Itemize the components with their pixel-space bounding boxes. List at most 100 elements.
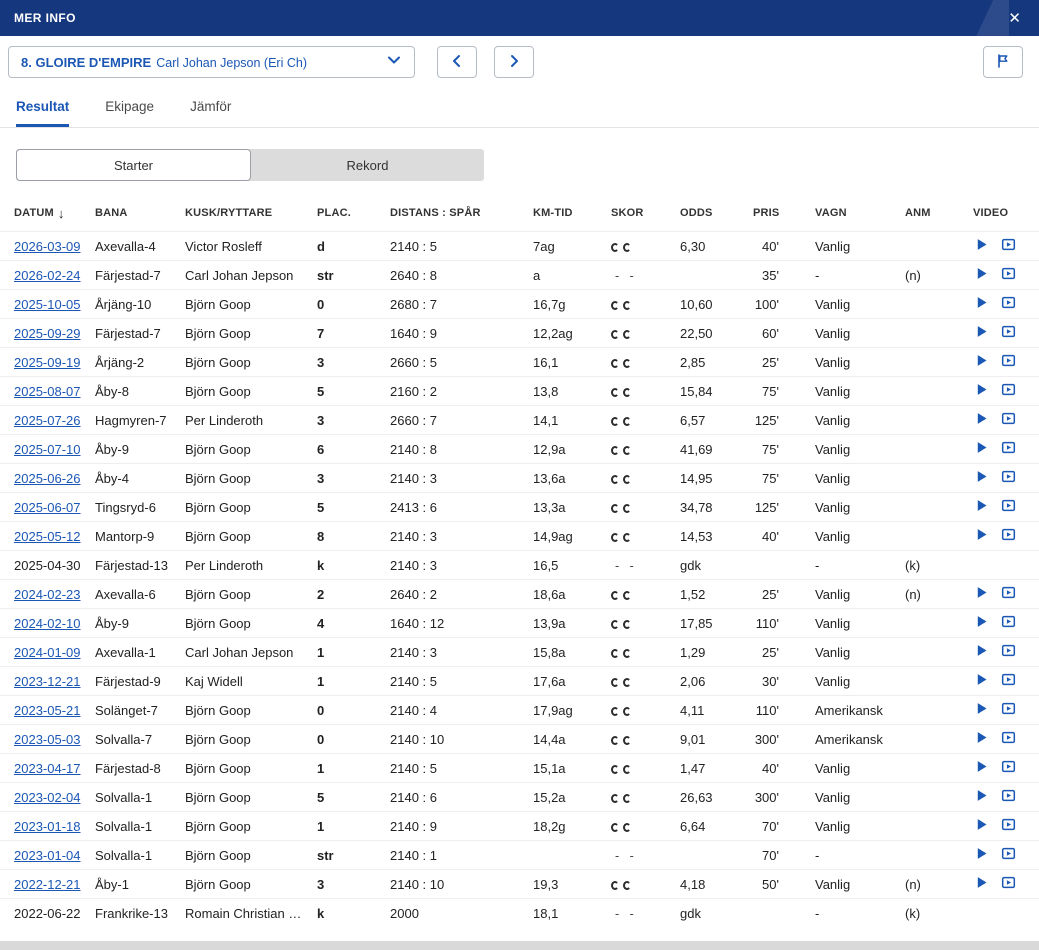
skor-cell [611, 326, 680, 341]
segment-starter[interactable]: Starter [16, 149, 251, 181]
controls-row: 8. GLOIRE D'EMPIRE Carl Johan Jepson (Eri… [0, 36, 1039, 86]
video-archive-button[interactable] [1000, 296, 1016, 312]
kusk-cell: Carl Johan Jepson [185, 267, 294, 283]
distans-cell: 2140 : 4 [390, 702, 437, 718]
play-video-button[interactable] [973, 876, 989, 892]
date-link[interactable]: 2025-07-26 [14, 413, 81, 428]
play-icon [975, 876, 988, 892]
play-video-button[interactable] [973, 731, 989, 747]
plac-cell: 1 [317, 644, 325, 660]
play-video-button[interactable] [973, 847, 989, 863]
play-video-button[interactable] [973, 818, 989, 834]
vagn-cell: Vanlig [815, 325, 851, 341]
play-video-button[interactable] [973, 789, 989, 805]
video-archive-button[interactable] [1000, 325, 1016, 341]
date-link[interactable]: 2025-05-12 [14, 529, 81, 544]
date-link[interactable]: 2024-02-10 [14, 616, 81, 631]
video-archive-button[interactable] [1000, 760, 1016, 776]
play-video-button[interactable] [973, 325, 989, 341]
play-video-button[interactable] [973, 470, 989, 486]
video-archive-button[interactable] [1000, 702, 1016, 718]
table-row: 2026-03-09 Axevalla-4 Victor Rosleff d 2… [0, 231, 1039, 260]
flag-button[interactable] [983, 46, 1023, 78]
table-row: 2025-06-26 Åby-4 Björn Goop 3 2140 : 3 1… [0, 463, 1039, 492]
video-archive-button[interactable] [1000, 615, 1016, 631]
plac-cell: 3 [317, 354, 325, 370]
horse-selector[interactable]: 8. GLOIRE D'EMPIRE Carl Johan Jepson (Eri… [8, 46, 415, 78]
video-archive-button[interactable] [1000, 586, 1016, 602]
video-archive-button[interactable] [1000, 499, 1016, 515]
horizontal-scrollbar[interactable] [0, 941, 1039, 950]
date-link[interactable]: 2025-09-19 [14, 355, 81, 370]
play-video-button[interactable] [973, 673, 989, 689]
play-video-button[interactable] [973, 238, 989, 254]
video-archive-button[interactable] [1000, 731, 1016, 747]
play-video-button[interactable] [973, 586, 989, 602]
video-archive-button[interactable] [1000, 789, 1016, 805]
play-video-button[interactable] [973, 412, 989, 428]
distans-cell: 2680 : 7 [390, 296, 437, 312]
play-video-button[interactable] [973, 760, 989, 776]
kmtid-cell: 15,2a [533, 789, 566, 805]
video-archive-button[interactable] [1000, 412, 1016, 428]
play-video-button[interactable] [973, 296, 989, 312]
date-link[interactable]: 2026-03-09 [14, 239, 81, 254]
video-archive-icon [1001, 266, 1016, 284]
play-video-button[interactable] [973, 528, 989, 544]
play-video-button[interactable] [973, 383, 989, 399]
date-link[interactable]: 2023-01-18 [14, 819, 81, 834]
play-icon [975, 412, 988, 428]
date-link[interactable]: 2025-06-26 [14, 471, 81, 486]
play-video-button[interactable] [973, 702, 989, 718]
play-video-button[interactable] [973, 615, 989, 631]
date-link[interactable]: 2025-06-07 [14, 500, 81, 515]
video-archive-button[interactable] [1000, 441, 1016, 457]
next-horse-button[interactable] [494, 46, 534, 78]
date-link[interactable]: 2023-12-21 [14, 674, 81, 689]
video-archive-button[interactable] [1000, 238, 1016, 254]
play-video-button[interactable] [973, 354, 989, 370]
column-header-datum[interactable]: DATUM ↓ [14, 206, 95, 221]
date-link[interactable]: 2026-02-24 [14, 268, 81, 283]
video-archive-button[interactable] [1000, 644, 1016, 660]
segment-rekord[interactable]: Rekord [251, 149, 484, 181]
video-archive-button[interactable] [1000, 267, 1016, 283]
date-link[interactable]: 2025-07-10 [14, 442, 81, 457]
video-archive-button[interactable] [1000, 818, 1016, 834]
distans-cell: 1640 : 9 [390, 325, 437, 341]
date-link: 2025-04-30 [14, 557, 81, 573]
play-video-button[interactable] [973, 499, 989, 515]
prev-horse-button[interactable] [437, 46, 477, 78]
video-archive-button[interactable] [1000, 876, 1016, 892]
distans-cell: 2140 : 6 [390, 789, 437, 805]
tab-ekipage[interactable]: Ekipage [105, 99, 154, 127]
date-link[interactable]: 2024-01-09 [14, 645, 81, 660]
table-row: 2023-02-04 Solvalla-1 Björn Goop 5 2140 … [0, 782, 1039, 811]
video-archive-button[interactable] [1000, 847, 1016, 863]
date-link[interactable]: 2023-02-04 [14, 790, 81, 805]
kmtid-cell: a [533, 267, 541, 283]
date-link[interactable]: 2023-04-17 [14, 761, 81, 776]
skor-cell [611, 239, 680, 254]
tab-resultat[interactable]: Resultat [16, 99, 70, 127]
date-link[interactable]: 2023-05-21 [14, 703, 81, 718]
date-link[interactable]: 2025-10-05 [14, 297, 81, 312]
date-link[interactable]: 2024-02-23 [14, 587, 81, 602]
video-archive-button[interactable] [1000, 383, 1016, 399]
play-video-button[interactable] [973, 267, 989, 283]
video-archive-button[interactable] [1000, 354, 1016, 370]
plac-cell: str [317, 847, 334, 863]
date-link[interactable]: 2023-05-03 [14, 732, 81, 747]
tab-jamfor[interactable]: Jämför [190, 99, 231, 127]
play-video-button[interactable] [973, 644, 989, 660]
play-video-button[interactable] [973, 441, 989, 457]
video-archive-button[interactable] [1000, 673, 1016, 689]
video-archive-button[interactable] [1000, 470, 1016, 486]
close-icon[interactable]: ✕ [1004, 7, 1025, 30]
video-archive-button[interactable] [1000, 528, 1016, 544]
video-cell [973, 644, 1025, 660]
date-link[interactable]: 2025-08-07 [14, 384, 81, 399]
date-link[interactable]: 2022-12-21 [14, 877, 81, 892]
date-link[interactable]: 2023-01-04 [14, 848, 81, 863]
date-link[interactable]: 2025-09-29 [14, 326, 81, 341]
